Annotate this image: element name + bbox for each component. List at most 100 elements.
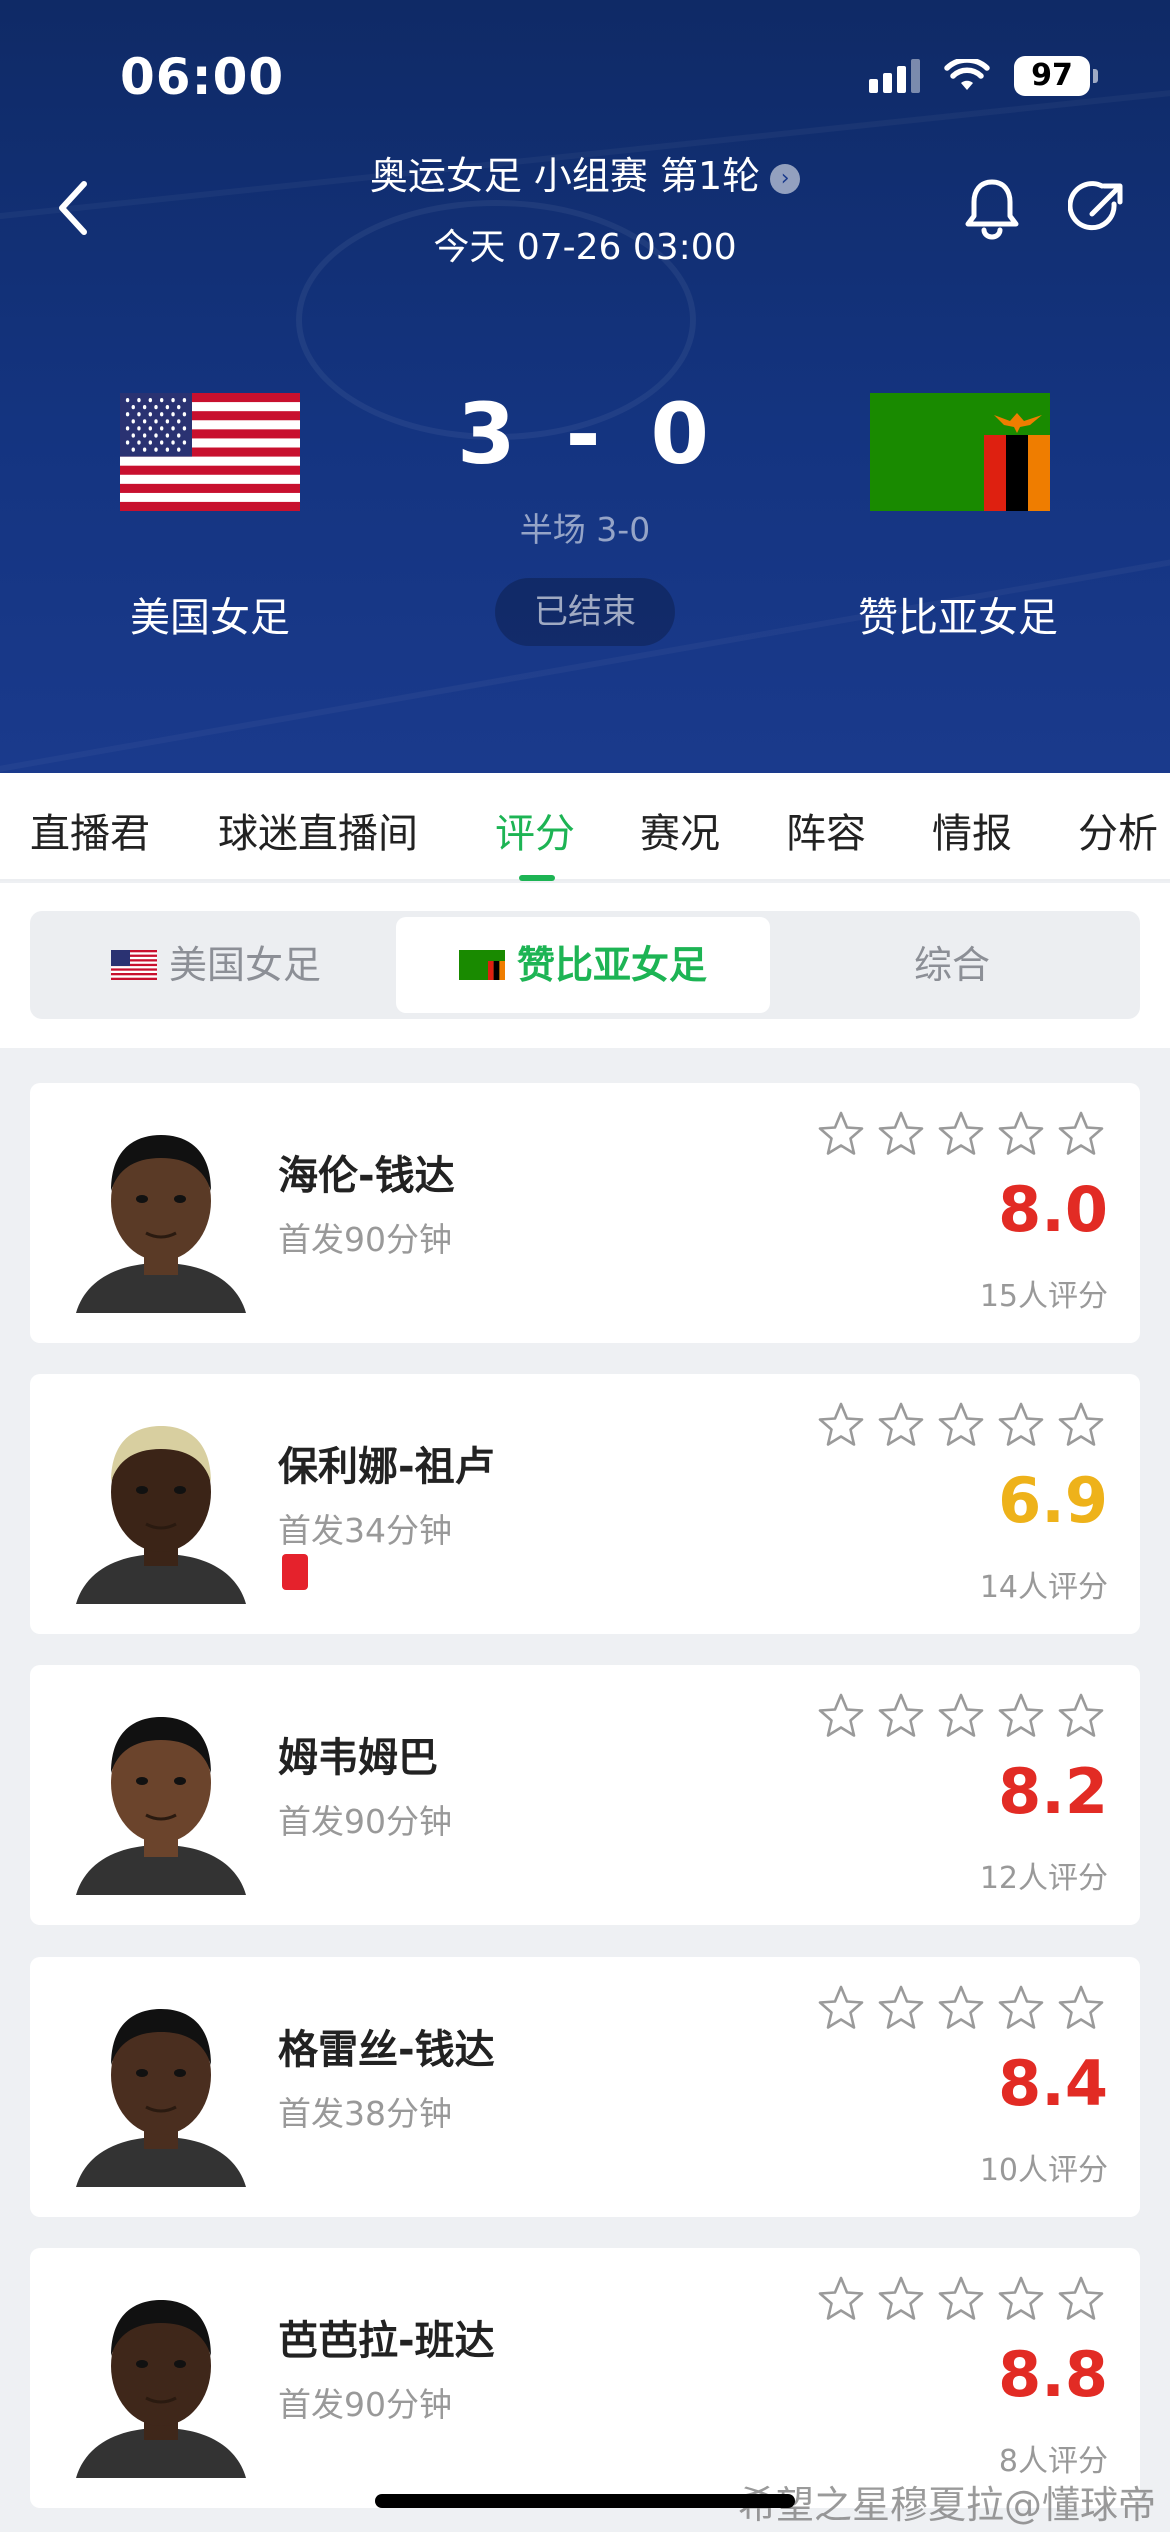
home-team-name[interactable]: 美国女足: [60, 585, 360, 643]
rating-star-icon[interactable]: [936, 1983, 986, 2033]
player-avatar: [66, 2278, 256, 2478]
rating-star-icon[interactable]: [876, 1691, 926, 1741]
segment-zambia[interactable]: 赞比亚女足: [396, 917, 770, 1013]
rating-star-icon[interactable]: [816, 1109, 866, 1159]
rating-stars[interactable]: [816, 2274, 1106, 2324]
wifi-icon: [944, 59, 990, 90]
rating-star-icon[interactable]: [816, 1691, 866, 1741]
chevron-right-icon: ›: [770, 163, 801, 194]
player-name: 格雷丝-钱达: [278, 2027, 495, 2073]
rating-star-icon[interactable]: [936, 2274, 986, 2324]
player-minutes: 首发90分钟: [278, 2385, 452, 2424]
player-avatar: [66, 1987, 256, 2187]
tab-bar: 直播君 球迷直播间 评分 赛况 阵容 情报 分析: [0, 773, 1170, 881]
share-icon[interactable]: [1068, 178, 1128, 238]
player-name: 保利娜-祖卢: [278, 1444, 495, 1490]
rating-star-icon[interactable]: [996, 1400, 1046, 1450]
tab-ratings[interactable]: 评分: [495, 801, 575, 859]
player-avatar: [66, 1404, 256, 1604]
home-indicator[interactable]: [375, 2494, 795, 2508]
segment-zambia-label: 赞比亚女足: [516, 943, 707, 987]
match-header: 06:00 97 奥运女足 小组赛 第1轮 › 今天 07-26 03:00 美…: [0, 0, 1170, 773]
rating-star-icon[interactable]: [816, 1400, 866, 1450]
player-name: 姆韦姆巴: [278, 1735, 438, 1781]
player-card[interactable]: 格雷丝-钱达首发38分钟 8.4 10人评分: [30, 1957, 1140, 2217]
player-minutes: 首发90分钟: [278, 1802, 452, 1841]
player-rating: 8.0: [998, 1173, 1108, 1246]
tab-lineup[interactable]: 阵容: [786, 801, 866, 859]
rating-stars[interactable]: [816, 1400, 1106, 1450]
team-segment-container: 美国女足 赞比亚女足 综合: [0, 883, 1170, 1048]
player-card[interactable]: 姆韦姆巴首发90分钟 8.2 12人评分: [30, 1665, 1140, 1925]
cellular-signal-icon: [869, 59, 920, 93]
background-decoration: [0, 538, 1170, 773]
rating-count: 15人评分: [979, 1279, 1108, 1314]
rating-count: 12人评分: [979, 1861, 1108, 1896]
rating-count: 10人评分: [979, 2153, 1108, 2188]
player-card[interactable]: 芭芭拉-班达 首发90分钟 8.8 8人评分: [30, 2248, 1140, 2508]
rating-star-icon[interactable]: [996, 1109, 1046, 1159]
player-avatar: [66, 1695, 256, 1895]
player-minutes: 首发90分钟: [278, 1220, 452, 1259]
rating-star-icon[interactable]: [1056, 1691, 1106, 1741]
rating-star-icon[interactable]: [876, 1983, 926, 2033]
rating-star-icon[interactable]: [1056, 1983, 1106, 2033]
match-status-badge: 已结束: [495, 578, 675, 646]
tab-analysis[interactable]: 分析: [1078, 801, 1158, 859]
red-card-icon: [282, 1554, 308, 1590]
tab-intel[interactable]: 情报: [932, 801, 1012, 859]
rating-star-icon[interactable]: [1056, 1109, 1106, 1159]
zambia-flag-icon: [458, 949, 505, 980]
team-segment-control: 美国女足 赞比亚女足 综合: [30, 911, 1140, 1019]
active-tab-indicator: [519, 875, 555, 881]
rating-stars[interactable]: [816, 1109, 1106, 1159]
score-separator: -: [565, 385, 605, 483]
tab-match-events[interactable]: 赛况: [640, 801, 720, 859]
rating-star-icon[interactable]: [1056, 2274, 1106, 2324]
player-rating: 8.8: [998, 2338, 1108, 2411]
segment-overall[interactable]: 综合: [770, 917, 1134, 1013]
rating-star-icon[interactable]: [996, 1983, 1046, 2033]
status-bar-icons: 97: [869, 56, 1098, 96]
rating-star-icon[interactable]: [816, 2274, 866, 2324]
competition-label: 奥运女足 小组赛 第1轮: [369, 154, 761, 198]
rating-star-icon[interactable]: [996, 1691, 1046, 1741]
player-card[interactable]: 保利娜-祖卢首发34分钟 6.9 14人评分: [30, 1374, 1140, 1634]
player-minutes: 首发38分钟: [278, 2094, 452, 2133]
player-avatar: [66, 1113, 256, 1313]
rating-count: 14人评分: [979, 1570, 1108, 1605]
rating-stars[interactable]: [816, 1983, 1106, 2033]
usa-flag-icon: [120, 393, 300, 511]
usa-flag-icon: [110, 949, 157, 980]
player-card[interactable]: 海伦-钱达首发90分钟 8.0 15人评分: [30, 1083, 1140, 1343]
home-score: 3: [457, 385, 520, 483]
rating-star-icon[interactable]: [876, 2274, 926, 2324]
rating-star-icon[interactable]: [816, 1983, 866, 2033]
away-score: 0: [650, 385, 713, 483]
tab-live-host[interactable]: 直播君: [30, 801, 150, 859]
player-rating: 8.4: [998, 2047, 1108, 2120]
rating-star-icon[interactable]: [936, 1109, 986, 1159]
player-minutes: 首发34分钟: [278, 1511, 452, 1550]
segment-usa[interactable]: 美国女足: [36, 917, 396, 1013]
segment-usa-label: 美国女足: [168, 943, 321, 987]
rating-star-icon[interactable]: [876, 1400, 926, 1450]
halftime-score: 半场 3-0: [519, 510, 651, 549]
player-name: 海伦-钱达: [278, 1153, 455, 1199]
tab-fan-live-room[interactable]: 球迷直播间: [218, 801, 418, 859]
watermark-text: 希望之星穆夏拉@懂球帝: [737, 2483, 1156, 2527]
battery-icon: 97: [1014, 56, 1098, 96]
rating-star-icon[interactable]: [1056, 1400, 1106, 1450]
rating-star-icon[interactable]: [876, 1109, 926, 1159]
zambia-flag-icon: [870, 393, 1050, 511]
rating-star-icon[interactable]: [936, 1400, 986, 1450]
player-name: 芭芭拉-班达: [278, 2318, 495, 2364]
bell-icon[interactable]: [962, 176, 1022, 240]
away-team-name[interactable]: 赞比亚女足: [808, 585, 1108, 643]
player-rating: 8.2: [998, 1755, 1108, 1828]
rating-stars[interactable]: [816, 1691, 1106, 1741]
rating-star-icon[interactable]: [936, 1691, 986, 1741]
rating-star-icon[interactable]: [996, 2274, 1046, 2324]
player-rating: 6.9: [998, 1464, 1108, 1537]
status-bar-time: 06:00: [120, 48, 285, 106]
